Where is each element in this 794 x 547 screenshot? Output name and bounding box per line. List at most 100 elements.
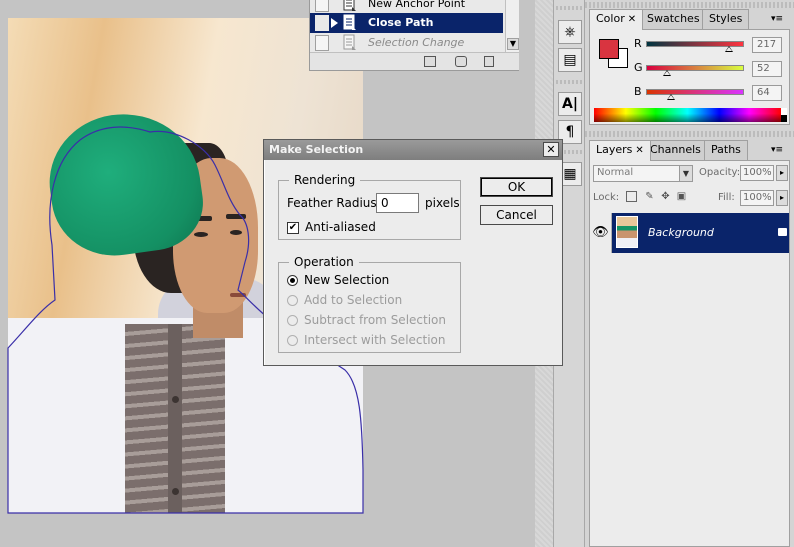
channel-b-label: B [634, 85, 642, 98]
feather-radius-label: Feather Radius: [287, 196, 381, 210]
new-document-from-state-icon[interactable] [424, 56, 436, 67]
ok-button[interactable]: OK [480, 177, 553, 197]
lock-label: Lock: [593, 192, 620, 203]
layer-row-background[interactable]: 👁 Background [590, 213, 789, 253]
panel-grip[interactable] [556, 80, 584, 84]
history-state-icon [343, 0, 356, 11]
channel-b-marker-icon[interactable] [667, 94, 676, 100]
opacity-label: Opacity: [699, 167, 741, 178]
black-white-swatch[interactable] [781, 108, 787, 122]
lock-brush-icon[interactable]: ✎ [644, 191, 655, 202]
operation-group-title: Operation [289, 255, 359, 269]
anti-aliased-checkbox[interactable]: ✔ [287, 222, 299, 234]
scroll-down-arrow-icon[interactable]: ▼ [507, 38, 519, 50]
eye-icon[interactable]: 👁 [590, 213, 612, 253]
channel-r-label: R [634, 37, 642, 50]
lock-transparent-icon[interactable] [626, 191, 637, 202]
tab-swatches[interactable]: Swatches [640, 9, 707, 29]
operation-group: Operation New Selection Add to Selection… [278, 255, 461, 353]
color-panel: R 217 G 52 B 64 [589, 29, 790, 125]
fill-label: Fill: [718, 192, 735, 203]
channel-r-marker-icon[interactable] [724, 46, 733, 52]
history-item-selection-change[interactable]: Selection Change [310, 33, 503, 53]
rendering-group: Rendering Feather Radius: 0 pixels ✔ Ant… [278, 173, 461, 240]
lock-icon [778, 228, 787, 236]
dialog-title: Make Selection [269, 143, 364, 156]
panel-grip[interactable] [556, 6, 584, 10]
panel-grip[interactable] [585, 131, 794, 137]
chevron-down-icon[interactable]: ▼ [679, 166, 692, 181]
right-panel-dock: Color ✕ Swatches Styles ▾≡ R 217 G 52 B 6… [585, 0, 794, 547]
opacity-input[interactable]: 100% [740, 165, 774, 181]
channel-b-slider[interactable] [646, 89, 744, 100]
lock-move-icon[interactable]: ✥ [660, 191, 671, 202]
tab-channels[interactable]: Channels [643, 140, 708, 160]
color-spectrum-bar[interactable] [594, 108, 781, 122]
close-icon[interactable]: ✕ [543, 142, 559, 157]
history-state-icon [343, 34, 356, 50]
foreground-color-swatch[interactable] [599, 39, 619, 59]
channel-g-marker-icon[interactable] [662, 70, 671, 76]
history-snapshot-checkbox[interactable] [315, 35, 329, 51]
feather-radius-input[interactable]: 0 [376, 193, 419, 213]
anti-aliased-label[interactable]: Anti-aliased [305, 220, 376, 234]
lock-all-icon[interactable]: ▣ [676, 191, 687, 202]
history-snapshot-checkbox[interactable] [315, 0, 329, 12]
layer-name[interactable]: Background [648, 226, 714, 239]
tab-label: Layers [596, 143, 633, 156]
clone-source-icon[interactable]: ▤ [558, 48, 582, 72]
history-scrollbar[interactable]: ▼ [505, 0, 519, 52]
add-to-selection-label[interactable]: Add to Selection [304, 293, 402, 307]
history-state-marker-icon[interactable] [331, 18, 338, 28]
tab-label: Paths [711, 143, 741, 156]
fill-input[interactable]: 100% [740, 190, 774, 206]
close-icon[interactable]: ✕ [635, 145, 643, 156]
intersect-with-selection-label[interactable]: Intersect with Selection [304, 333, 446, 347]
channel-b-value[interactable]: 64 [752, 85, 782, 101]
channel-g-value[interactable]: 52 [752, 61, 782, 77]
panel-menu-icon[interactable]: ▾≡ [769, 143, 785, 157]
usb-icon[interactable]: ⎈ [558, 20, 582, 44]
character-icon[interactable]: A| [558, 92, 582, 116]
tab-label: Channels [650, 143, 701, 156]
history-item-new-anchor-point[interactable]: New Anchor Point [310, 0, 503, 14]
new-selection-radio[interactable] [287, 275, 298, 286]
history-footer [310, 52, 519, 70]
color-panel-tabs: Color ✕ Swatches Styles [589, 9, 790, 30]
opacity-arrow-icon[interactable]: ▸ [776, 165, 788, 181]
trash-icon[interactable] [484, 56, 494, 67]
channel-r-value[interactable]: 217 [752, 37, 782, 53]
blend-mode-value: Normal [597, 167, 634, 178]
channel-g-slider[interactable] [646, 65, 744, 76]
panel-menu-icon[interactable]: ▾≡ [769, 12, 785, 26]
history-item-label: New Anchor Point [368, 0, 466, 10]
blend-mode-select[interactable]: Normal ▼ [593, 165, 693, 182]
channel-g-label: G [634, 61, 643, 74]
history-item-label: Close Path [368, 16, 434, 29]
create-snapshot-icon[interactable] [455, 56, 467, 67]
tab-label: Swatches [647, 12, 700, 25]
cancel-button[interactable]: Cancel [480, 205, 553, 225]
intersect-with-selection-radio[interactable] [287, 335, 298, 346]
fill-arrow-icon[interactable]: ▸ [776, 190, 788, 206]
tab-layers[interactable]: Layers ✕ [589, 140, 651, 161]
close-icon[interactable]: ✕ [628, 14, 636, 25]
tab-paths[interactable]: Paths [704, 140, 748, 160]
layer-row-main[interactable]: Background [612, 213, 789, 253]
panel-grip[interactable] [585, 2, 794, 8]
history-snapshot-checkbox[interactable] [315, 15, 329, 31]
new-selection-label[interactable]: New Selection [304, 273, 389, 287]
tab-label: Color [596, 12, 625, 25]
history-item-close-path[interactable]: Close Path [310, 13, 503, 33]
subtract-from-selection-label[interactable]: Subtract from Selection [304, 313, 446, 327]
tab-label: Styles [709, 12, 743, 25]
dialog-title-bar[interactable]: Make Selection [264, 140, 562, 160]
layers-panel: Normal ▼ Opacity: 100% ▸ Lock: ✎ ✥ ▣ Fil… [589, 160, 790, 547]
layers-panel-tabs: Layers ✕ Channels Paths [589, 140, 790, 161]
subtract-from-selection-radio[interactable] [287, 315, 298, 326]
tab-styles[interactable]: Styles [702, 9, 750, 29]
add-to-selection-radio[interactable] [287, 295, 298, 306]
channel-r-slider[interactable] [646, 41, 744, 52]
layer-thumbnail [616, 216, 638, 248]
tab-color[interactable]: Color ✕ [589, 9, 644, 30]
